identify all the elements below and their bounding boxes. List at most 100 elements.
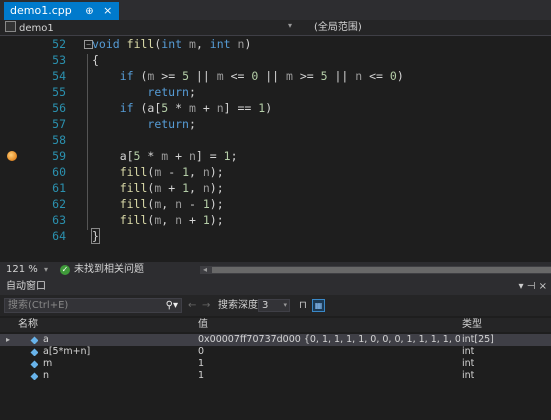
line-number: 62 <box>52 197 66 211</box>
search-depth-label: 搜索深度: <box>218 300 262 311</box>
variable-icon <box>30 360 38 368</box>
variable-row[interactable]: ▸ a 0x00007ff70737d000 {0, 1, 1, 1, 1, 0, … <box>0 334 551 346</box>
code-line[interactable]: 61 fill(m + 1, n); <box>22 180 551 196</box>
code-text: if (m >= 5 || m <= 0 || m >= 5 || n <= 0… <box>119 69 404 83</box>
code-line[interactable]: 56 if (a[5 * m + n] == 1) <box>22 100 551 116</box>
scroll-left-icon[interactable]: ◂ <box>203 262 207 278</box>
search-placeholder: 搜索(Ctrl+E) <box>8 300 69 311</box>
code-text: fill(m - 1, n); <box>119 165 224 179</box>
line-number: 53 <box>52 53 66 67</box>
code-line[interactable]: 64} <box>22 228 551 244</box>
search-depth-select[interactable]: 3 ▾ <box>258 299 290 312</box>
line-number: 54 <box>52 69 66 83</box>
variable-row[interactable]: n 1 int <box>0 370 551 382</box>
chevron-down-icon[interactable]: ▾ <box>288 21 292 30</box>
column-header-name[interactable]: 名称 <box>18 318 38 332</box>
search-input[interactable]: 搜索(Ctrl+E) ⚲▾ <box>4 298 182 313</box>
code-text: fill(m + 1, n); <box>119 181 224 195</box>
code-text: fill(m, n - 1); <box>119 197 224 211</box>
scope-guide-line <box>87 54 88 230</box>
breakpoint-icon[interactable] <box>7 151 17 161</box>
issues-status[interactable]: 未找到相关问题 <box>74 262 144 278</box>
code-line[interactable]: 62 fill(m, n - 1); <box>22 196 551 212</box>
code-text: } <box>91 228 100 244</box>
code-line[interactable]: 52− void fill(int m, int n) <box>22 36 551 52</box>
line-number: 60 <box>52 165 66 179</box>
variable-type: int[25] <box>462 334 494 345</box>
code-text: void fill(int m, int n) <box>92 37 252 51</box>
chevron-down-icon[interactable]: ▾ <box>44 262 48 278</box>
code-line[interactable]: 57 return; <box>22 116 551 132</box>
chevron-down-icon[interactable]: ▾ <box>283 300 287 311</box>
variables-grid: 名称 值 类型 ▸ a 0x00007ff70737d000 {0, 1, 1, 1… <box>0 316 551 420</box>
column-header-value[interactable]: 值 <box>198 318 208 332</box>
variable-type: int <box>462 358 475 369</box>
navigation-bar: demo1 ▾ (全局范围) <box>0 20 551 36</box>
variable-type: int <box>462 370 475 381</box>
code-text: if (a[5 * m + n] == 1) <box>119 101 273 115</box>
line-number: 57 <box>52 117 66 131</box>
line-number: 59 <box>52 149 66 163</box>
code-line[interactable]: 53 { <box>22 52 551 68</box>
hex-display-icon[interactable]: ▦ <box>312 299 325 312</box>
variable-value[interactable]: 0x00007ff70737d000 {0, 1, 1, 1, 1, 0, 0,… <box>198 334 460 346</box>
expand-icon[interactable]: ▸ <box>6 334 10 346</box>
back-arrow-icon[interactable]: ← <box>188 295 196 316</box>
variable-name: a <box>43 334 49 345</box>
line-number: 52 <box>52 37 66 51</box>
column-header-type[interactable]: 类型 <box>462 318 482 332</box>
code-text: { <box>92 53 99 67</box>
tab-demo1-cpp[interactable]: demo1.cpp ⊕ × <box>4 2 119 20</box>
code-line[interactable]: 63 fill(m, n + 1); <box>22 212 551 228</box>
variable-icon <box>30 372 38 380</box>
horizontal-scrollbar[interactable]: ◂ <box>200 265 551 274</box>
line-number: 58 <box>52 133 66 147</box>
document-tab-bar: demo1.cpp ⊕ × <box>0 0 551 20</box>
code-line[interactable]: 58 <box>22 132 551 148</box>
window-controls[interactable]: ▾ ⊣ × <box>519 278 547 295</box>
editor-status-bar: 121 % ▾ ✓ 未找到相关问题 ◂ <box>0 262 551 278</box>
scrollbar-thumb[interactable] <box>212 267 551 273</box>
variable-value[interactable]: 1 <box>198 370 460 382</box>
breakpoint-margin[interactable] <box>0 36 22 262</box>
code-line[interactable]: 60 fill(m - 1, n); <box>22 164 551 180</box>
line-number: 55 <box>52 85 66 99</box>
autos-window-title-bar: 自动窗口 ▾ ⊣ × <box>0 278 551 295</box>
code-line[interactable]: 54 if (m >= 5 || m <= 0 || m >= 5 || n <… <box>22 68 551 84</box>
code-text: return; <box>147 85 196 99</box>
variable-row[interactable]: m 1 int <box>0 358 551 370</box>
variable-name: m <box>43 358 53 369</box>
close-icon[interactable]: × <box>103 2 112 20</box>
autos-window-title: 自动窗口 <box>6 281 46 292</box>
search-icon[interactable]: ⚲▾ <box>166 299 178 312</box>
variable-icon <box>30 348 38 356</box>
pin-members-icon[interactable]: ⊓ <box>299 295 307 316</box>
variable-value[interactable]: 0 <box>198 346 460 358</box>
zoom-level[interactable]: 121 % <box>6 262 38 278</box>
variable-row[interactable]: a[5*m+n] 0 int <box>0 346 551 358</box>
variable-value[interactable]: 1 <box>198 358 460 370</box>
grid-header: 名称 值 类型 <box>0 318 551 332</box>
tab-label: demo1.cpp <box>10 4 72 17</box>
code-area[interactable]: 52− void fill(int m, int n) 53 {54 if (m >=… <box>22 36 551 262</box>
forward-arrow-icon[interactable]: → <box>202 295 210 316</box>
pin-icon[interactable]: ⊕ <box>85 3 93 21</box>
line-number: 63 <box>52 213 66 227</box>
autos-toolbar: 搜索(Ctrl+E) ⚲▾ ← → 搜索深度: 3 ▾ ⊓ ▦ <box>0 295 551 316</box>
variable-name: a[5*m+n] <box>43 346 91 357</box>
line-number: 61 <box>52 181 66 195</box>
variable-icon <box>30 336 38 344</box>
code-editor[interactable]: 52− void fill(int m, int n) 53 {54 if (m >=… <box>0 36 551 262</box>
code-line[interactable]: 59 a[5 * m + n] = 1; <box>22 148 551 164</box>
line-number: 56 <box>52 101 66 115</box>
project-scope-dropdown[interactable]: demo1 <box>3 21 303 34</box>
code-text: return; <box>147 117 196 131</box>
variable-name: n <box>43 370 50 381</box>
project-scope-label: demo1 <box>19 23 54 34</box>
code-text: fill(m, n + 1); <box>119 213 224 227</box>
search-depth-value: 3 <box>262 300 269 311</box>
code-line[interactable]: 55 return; <box>22 84 551 100</box>
code-text: a[5 * m + n] = 1; <box>92 149 238 163</box>
global-scope-dropdown[interactable]: (全局范围) <box>314 21 362 34</box>
check-icon: ✓ <box>60 265 70 275</box>
